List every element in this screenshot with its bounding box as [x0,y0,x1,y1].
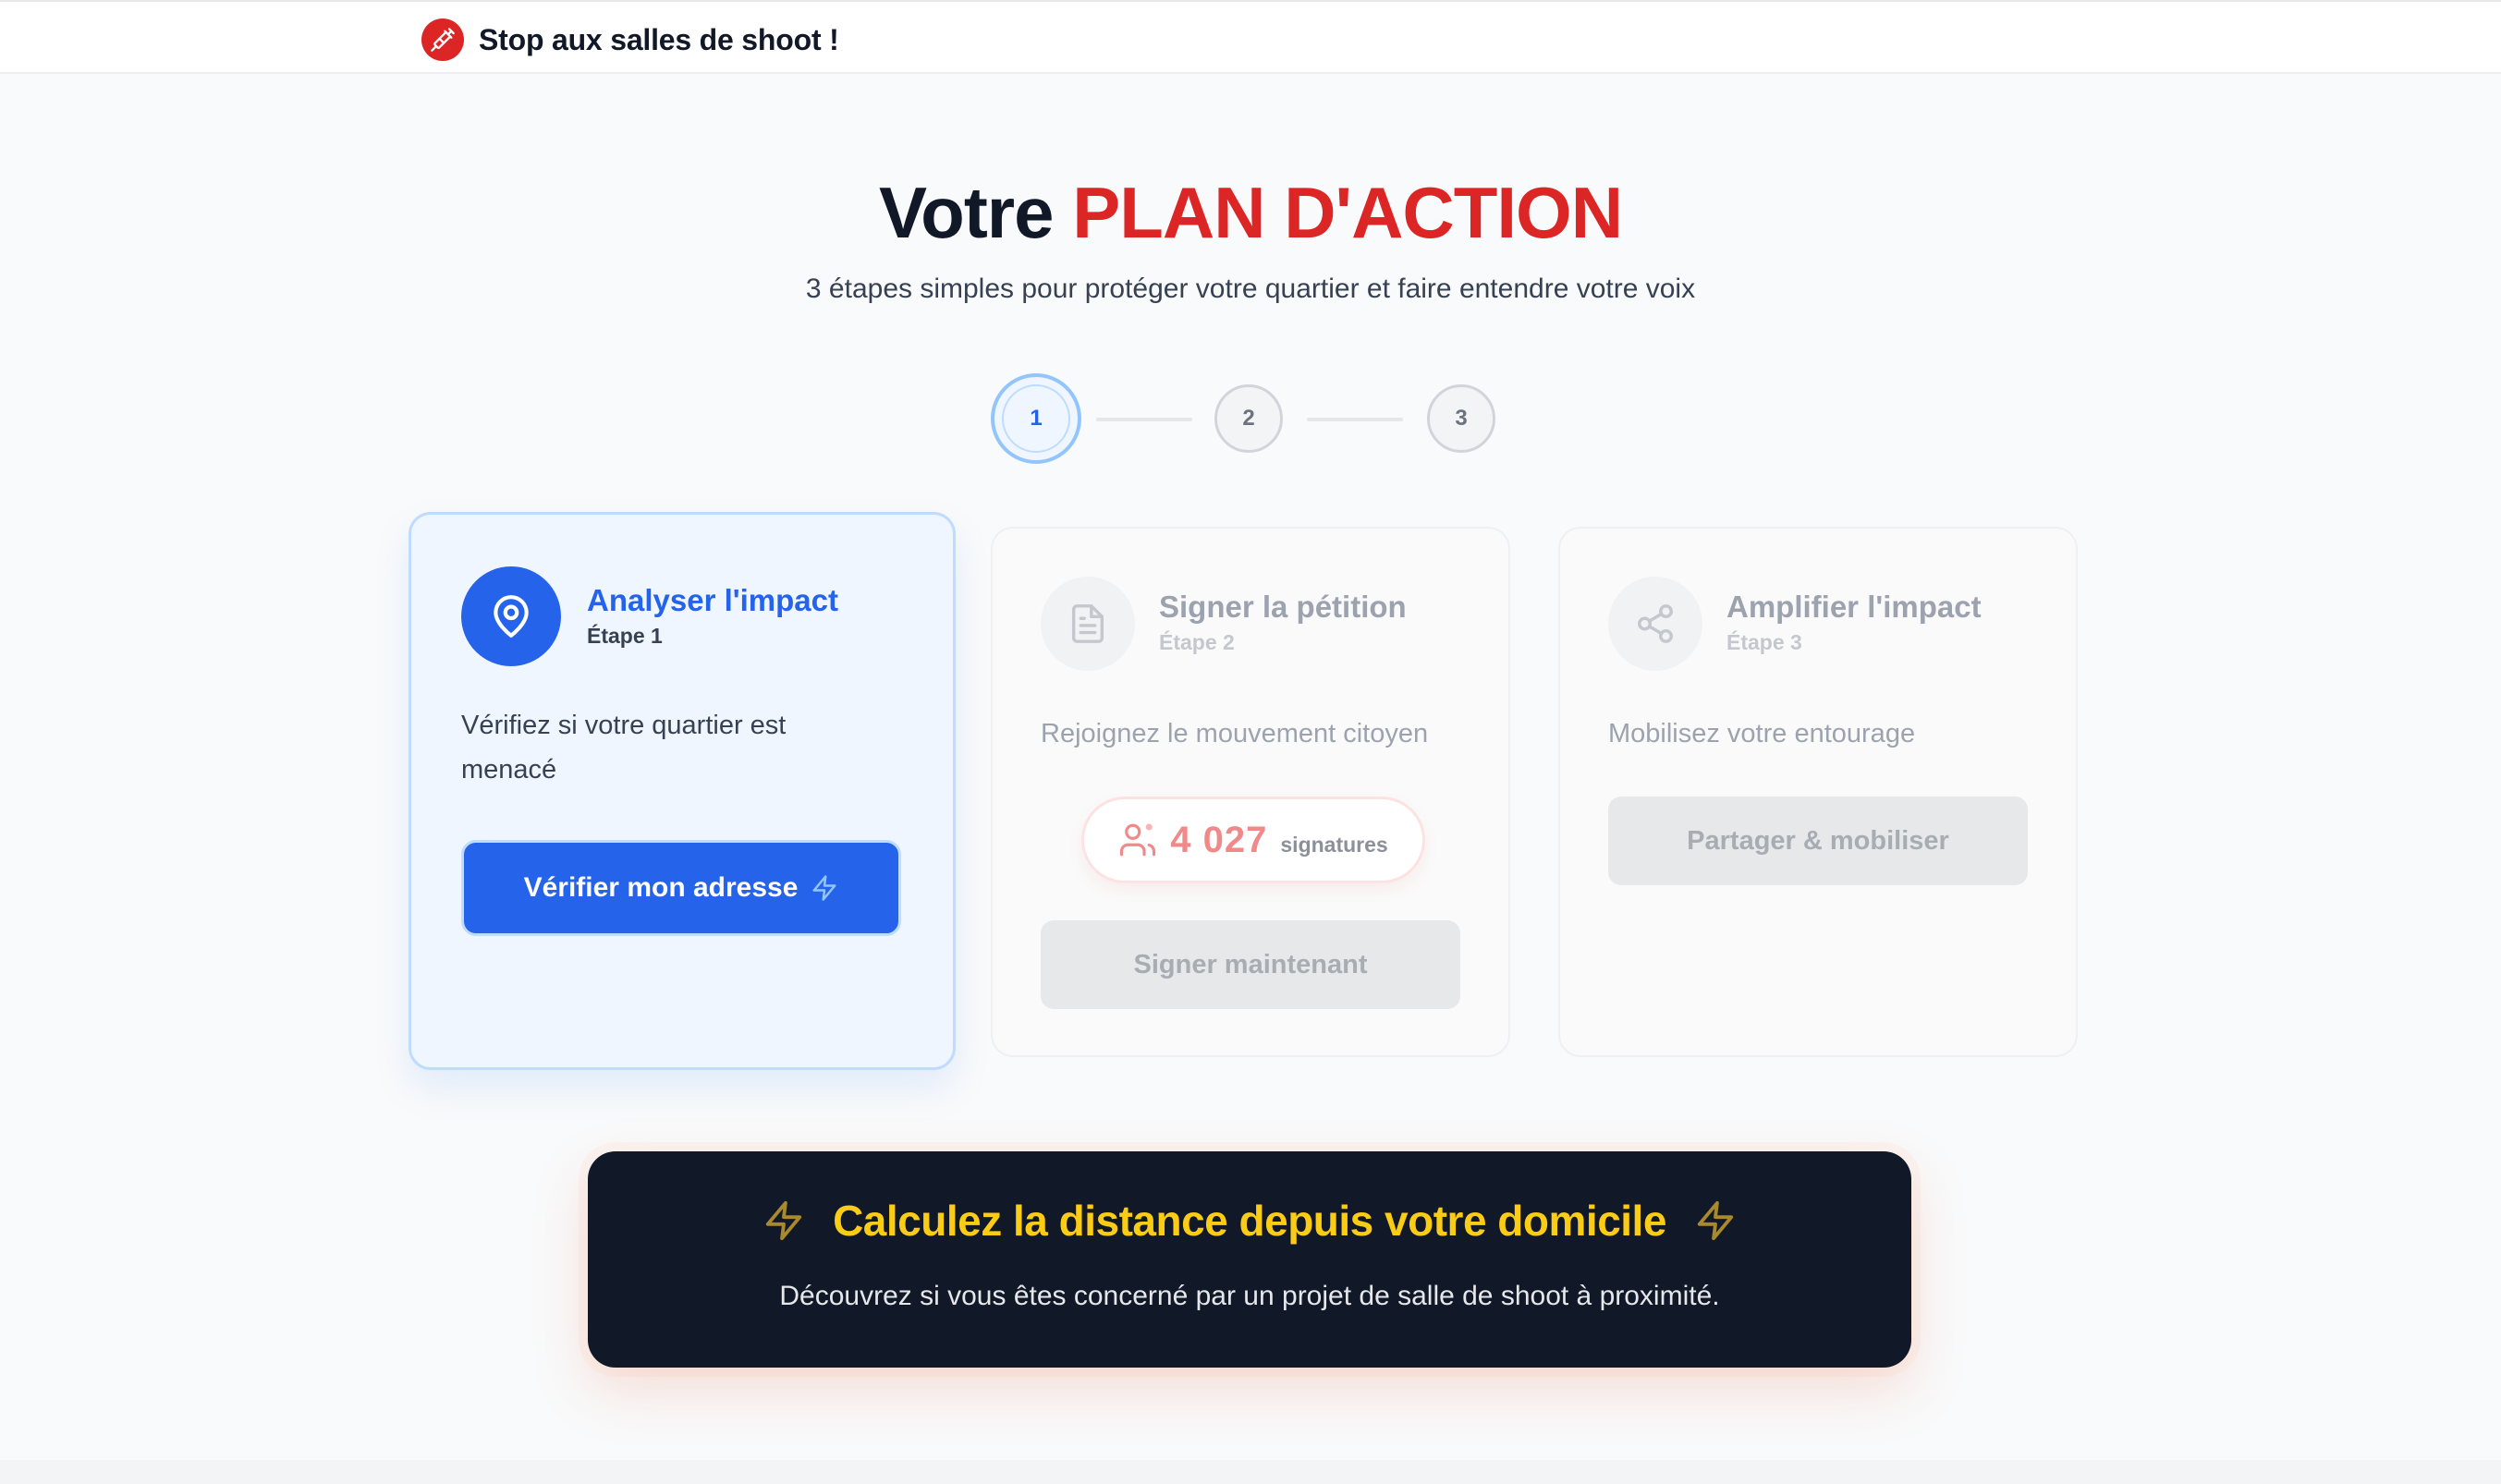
card-description: Mobilisez votre entourage [1608,719,1916,748]
lightning-icon [812,875,836,901]
share-mobilize-button[interactable]: Partager & mobiliser [1608,797,2028,885]
card-description: Rejoignez le mouvement citoyen [1041,719,1429,748]
step-card-analyze: Analyser l'impact Étape 1 Vérifiez si vo… [409,512,956,1070]
card-step-label: Étape 1 [587,624,663,648]
distance-calculator-banner[interactable]: Calculez la distance depuis votre domici… [588,1151,1911,1368]
top-navigation-bar: Stop aux salles de shoot ! [0,0,2501,74]
page-title-part1: Votre [878,172,1055,253]
card-title: Amplifier l'impact [1726,590,1982,624]
stepper-step-3[interactable]: 3 [1427,384,1495,453]
stepper-connector-1 [1096,418,1192,421]
brand-link[interactable]: Stop aux salles de shoot ! [421,18,839,61]
signature-count: 4 027 [1170,819,1268,860]
banner-subtitle: Découvrez si vous êtes concerné par un p… [779,1281,1720,1311]
page-title-part2: PLAN D'ACTION [1072,172,1623,253]
card-step-label: Étape 3 [1726,630,1802,654]
card-title: Signer la pétition [1159,590,1407,624]
step-card-amplify: Amplifier l'impact Étape 3 Mobilisez vot… [1558,527,2078,1057]
card-step-label: Étape 2 [1159,630,1235,654]
page-title: Votre PLAN D'ACTION [0,168,2501,257]
share-icon [1608,577,1702,671]
stepper-step-1[interactable]: 1 [991,373,1081,464]
lightning-icon [1697,1200,1734,1241]
stepper-step-2[interactable]: 2 [1214,384,1283,453]
users-icon [1120,823,1156,857]
card-title: Analyser l'impact [587,583,838,617]
page-subtitle: 3 étapes simples pour protéger votre qua… [805,274,1696,304]
sign-now-button[interactable]: Signer maintenant [1041,920,1460,1009]
card-description: Vérifiez si votre quartier est menacé [461,711,787,785]
page-footer-edge [0,1460,2501,1484]
brand-name: Stop aux salles de shoot ! [479,22,839,56]
syringe-icon [421,18,464,61]
banner-title-row: Calculez la distance depuis votre domici… [588,1196,1911,1246]
signature-label: signatures [1280,832,1388,857]
lightning-icon [765,1200,802,1241]
verify-address-button[interactable]: Vérifier mon adresse [461,840,901,936]
step-card-petition: Signer la pétition Étape 2 Rejoignez le … [991,527,1510,1057]
document-icon [1041,577,1135,671]
map-pin-icon [461,566,561,666]
signature-counter: 4 027 signatures [1081,797,1425,883]
verify-address-label: Vérifier mon adresse [523,872,799,903]
stepper-connector-2 [1307,418,1403,421]
banner-title: Calculez la distance depuis votre domici… [833,1197,1666,1245]
